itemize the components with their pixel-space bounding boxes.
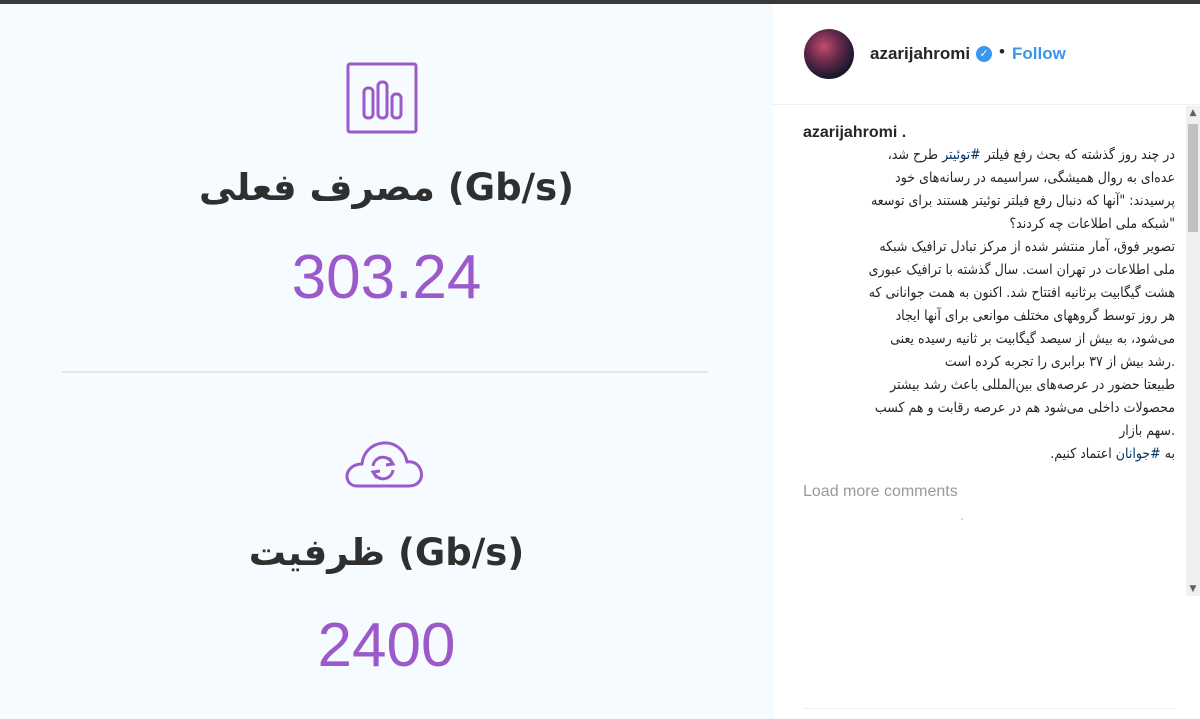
caption-line: محصولات داخلی می‌شود هم در عرصه رقابت و …: [874, 400, 1175, 416]
comments-divider: [803, 708, 1175, 709]
capacity-value: 2400: [317, 611, 456, 680]
caption-line: .سهم بازار: [1119, 423, 1175, 439]
post-header: azarijahromi ✓ • Follow: [773, 4, 1200, 105]
cloud-sync-icon: [345, 441, 423, 488]
caption-line: عده‌ای به روال همیشگی، سراسیمه در رسانه‌…: [895, 170, 1175, 186]
post-image: مصرف فعلی (Gb/s) 303.24 ظرفیت (Gb/s) 240…: [0, 4, 773, 719]
hashtag-link[interactable]: #جوانان: [1116, 446, 1161, 462]
caption: azarijahromi . در چند روز گذشته که بحث ر…: [803, 122, 1175, 466]
current-usage-label: مصرف فعلی (Gb/s): [199, 166, 574, 209]
load-more-comments-button[interactable]: Load more comments: [803, 483, 958, 501]
comments-scrollbar[interactable]: ▲ ▼: [1186, 106, 1200, 596]
caption-line: می‌شود، به بیش از سیصد گیگابیت بر ثانیه …: [890, 331, 1175, 347]
post-side-panel: azarijahromi ✓ • Follow azarijahromi . د…: [773, 4, 1200, 719]
caption-line: پرسیدند: "آنها که دنبال رفع فیلتر توئیتر…: [871, 193, 1175, 209]
current-usage-value: 303.24: [291, 243, 482, 312]
caption-line: در چند روز گذشته که بحث رفع فیلتر #توئیت…: [887, 147, 1175, 163]
avatar[interactable]: [804, 29, 854, 79]
header-username[interactable]: azarijahromi: [870, 44, 970, 64]
caption-line: .رشد بیش از ۳۷ برابری را تجربه کرده است: [944, 354, 1175, 370]
verified-badge-icon: ✓: [976, 46, 992, 62]
caption-line: "شبکه ملی اطلاعات چه کردند؟: [1009, 216, 1175, 232]
scroll-up-arrow-icon[interactable]: ▲: [1186, 106, 1200, 120]
caption-line: هر روز توسط گروههای مختلف موانعی برای آن…: [895, 308, 1175, 324]
header-separator: •: [999, 42, 1005, 61]
caption-line: تصویر فوق، آمار منتشر شده از مرکز تبادل …: [879, 239, 1175, 255]
caption-line: ملی اطلاعات در تهران است. سال گذشته با ت…: [868, 262, 1175, 278]
scrollbar-thumb[interactable]: [1188, 124, 1198, 232]
capacity-label: ظرفیت (Gb/s): [248, 531, 525, 574]
caption-line: طبیعتا حضور در عرصه‌های بین‌المللی باعث …: [890, 377, 1175, 393]
scroll-down-arrow-icon[interactable]: ▼: [1186, 582, 1200, 596]
caption-line: به #جوانان اعتماد کنیم.: [1050, 446, 1175, 462]
stats-divider: [62, 371, 708, 373]
hashtag-link[interactable]: #توئیتر: [942, 147, 981, 163]
caption-line: هشت گیگابیت برثانیه افتتاح شد. اکنون به …: [868, 285, 1175, 301]
caption-username[interactable]: azarijahromi .: [803, 122, 1175, 144]
follow-button[interactable]: Follow: [1012, 44, 1066, 64]
bar-chart-icon: [346, 62, 418, 134]
loading-indicator: [961, 518, 963, 520]
